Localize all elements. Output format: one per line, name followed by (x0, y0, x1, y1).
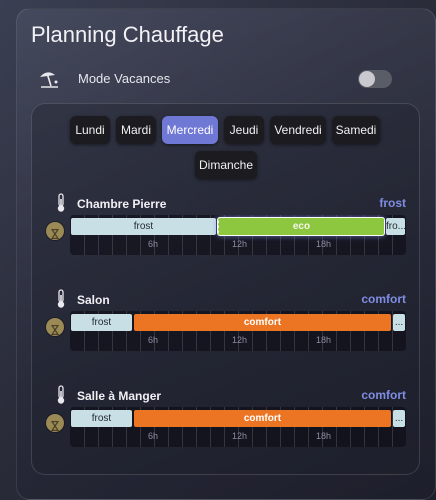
zone-current-mode: comfort (361, 388, 406, 402)
hour-label: 6h (148, 431, 159, 441)
schedule-segment-comfort[interactable]: comfort (134, 410, 391, 427)
schedule-segment-frost[interactable]: frost (71, 314, 132, 331)
avatar[interactable] (46, 222, 64, 240)
hourglass-icon (50, 226, 60, 240)
schedule-segment-frost[interactable]: ... (393, 410, 405, 427)
schedule-segment-frost[interactable]: frost (71, 218, 216, 235)
day-tab-samedi[interactable]: Samedi (332, 116, 380, 144)
zone-header: Salle à Manger comfort (46, 385, 406, 407)
beach-umbrella-icon (38, 68, 60, 90)
thermometer-icon (56, 289, 66, 309)
schedule-segment-frost[interactable]: frost (71, 410, 132, 427)
hour-label: 12h (232, 335, 248, 345)
zone-name: Salle à Manger (77, 389, 162, 403)
vacation-mode-toggle[interactable] (358, 70, 392, 88)
hour-label: 6h (148, 335, 159, 345)
zone-current-mode: frost (379, 196, 406, 210)
hour-label: 18h (316, 335, 332, 345)
card-title: Planning Chauffage (31, 22, 224, 47)
hour-label: 18h (316, 431, 332, 441)
schedule-timeline[interactable]: frost comfort... 6h 12h 18h (70, 407, 406, 447)
schedule-segment-comfort[interactable]: comfort (134, 314, 391, 331)
thermometer-icon (56, 193, 66, 213)
schedule-timeline[interactable]: frost comfort... 6h 12h 18h (70, 311, 406, 351)
zone-header: Chambre Pierre frost (46, 193, 406, 215)
avatar[interactable] (46, 318, 64, 336)
schedule-segment-eco[interactable]: eco (218, 218, 384, 235)
zone-name: Salon (77, 293, 110, 307)
day-tab-dimanche[interactable]: Dimanche (195, 151, 257, 179)
vacation-mode-row[interactable]: Mode Vacances (38, 66, 392, 92)
hour-label: 18h (316, 239, 332, 249)
day-tab-lundi[interactable]: Lundi (70, 116, 110, 144)
day-tab-mercredi[interactable]: Mercredi (162, 116, 218, 144)
hourglass-icon (50, 322, 60, 336)
hourglass-icon (50, 418, 60, 432)
toggle-knob (359, 71, 375, 87)
thermometer-icon (56, 385, 66, 405)
day-tab-vendredi[interactable]: Vendredi (270, 116, 326, 144)
avatar[interactable] (46, 414, 64, 432)
day-tab-mardi[interactable]: Mardi (116, 116, 156, 144)
schedule-timeline[interactable]: frost eco fro... 6h 12h 18h (70, 215, 406, 255)
schedule-segment-frost[interactable]: fro... (386, 218, 405, 235)
zone-header: Salon comfort (46, 289, 406, 311)
hour-label: 12h (232, 431, 248, 441)
zone-current-mode: comfort (361, 292, 406, 306)
hour-label: 12h (232, 239, 248, 249)
zone-name: Chambre Pierre (77, 197, 167, 211)
schedule-segment-frost[interactable]: ... (393, 314, 405, 331)
hour-label: 6h (148, 239, 159, 249)
vacation-mode-label: Mode Vacances (78, 71, 171, 86)
day-tab-jeudi[interactable]: Jeudi (224, 116, 264, 144)
